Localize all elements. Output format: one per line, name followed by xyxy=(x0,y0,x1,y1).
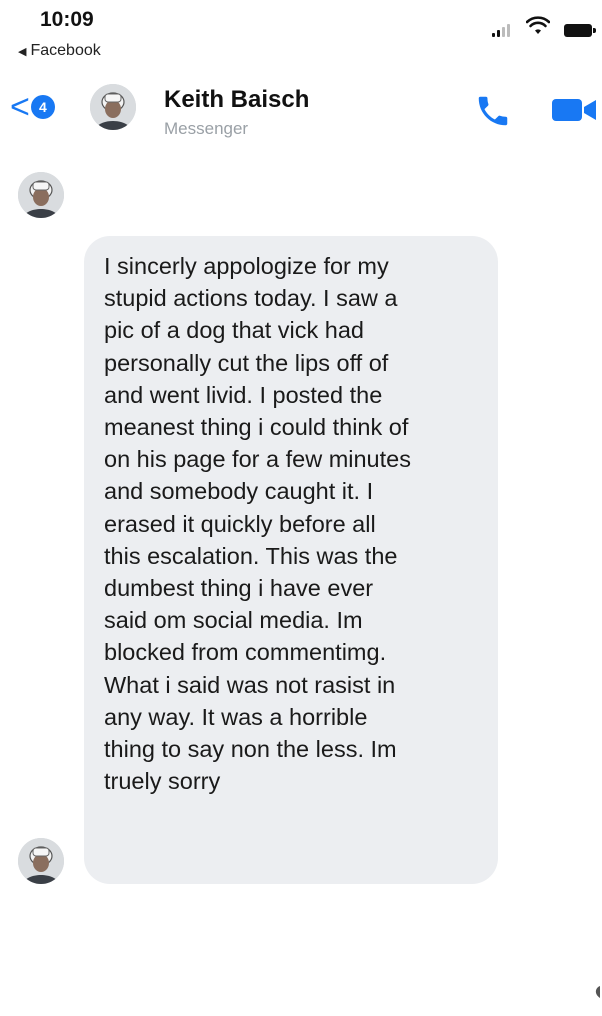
status-time: 10:09 xyxy=(40,8,94,31)
battery-icon xyxy=(564,24,596,37)
contact-subtitle: Messenger xyxy=(164,119,249,138)
message-bubble[interactable]: I sincerly appologize for my stupid acti… xyxy=(84,236,498,884)
back-button[interactable]: < 4 xyxy=(10,90,55,124)
partial-avatar-icon xyxy=(595,986,600,998)
contact-avatar[interactable] xyxy=(90,84,136,130)
back-to-app-link[interactable]: ◀ Facebook xyxy=(18,42,101,60)
unread-count-badge: 4 xyxy=(30,95,55,119)
sender-avatar[interactable] xyxy=(18,172,64,218)
profile-photo-icon xyxy=(18,838,64,884)
conversation-header: < 4 Keith Baisch Messenger xyxy=(0,72,602,152)
phone-icon[interactable] xyxy=(474,92,512,130)
sender-avatar[interactable] xyxy=(18,838,64,884)
profile-photo-icon xyxy=(90,84,136,130)
status-bar: 10:09 ◀ Facebook xyxy=(0,0,602,70)
wifi-icon xyxy=(526,16,550,34)
video-camera-icon[interactable] xyxy=(552,96,600,124)
back-chevron-icon: < xyxy=(10,88,30,126)
cellular-signal-icon xyxy=(492,24,510,37)
back-triangle-icon: ◀ xyxy=(18,45,27,58)
profile-photo-icon xyxy=(18,172,64,218)
message-text: I sincerly appologize for my stupid acti… xyxy=(104,253,411,795)
contact-name[interactable]: Keith Baisch xyxy=(164,86,309,114)
back-to-app-label: Facebook xyxy=(30,42,101,59)
